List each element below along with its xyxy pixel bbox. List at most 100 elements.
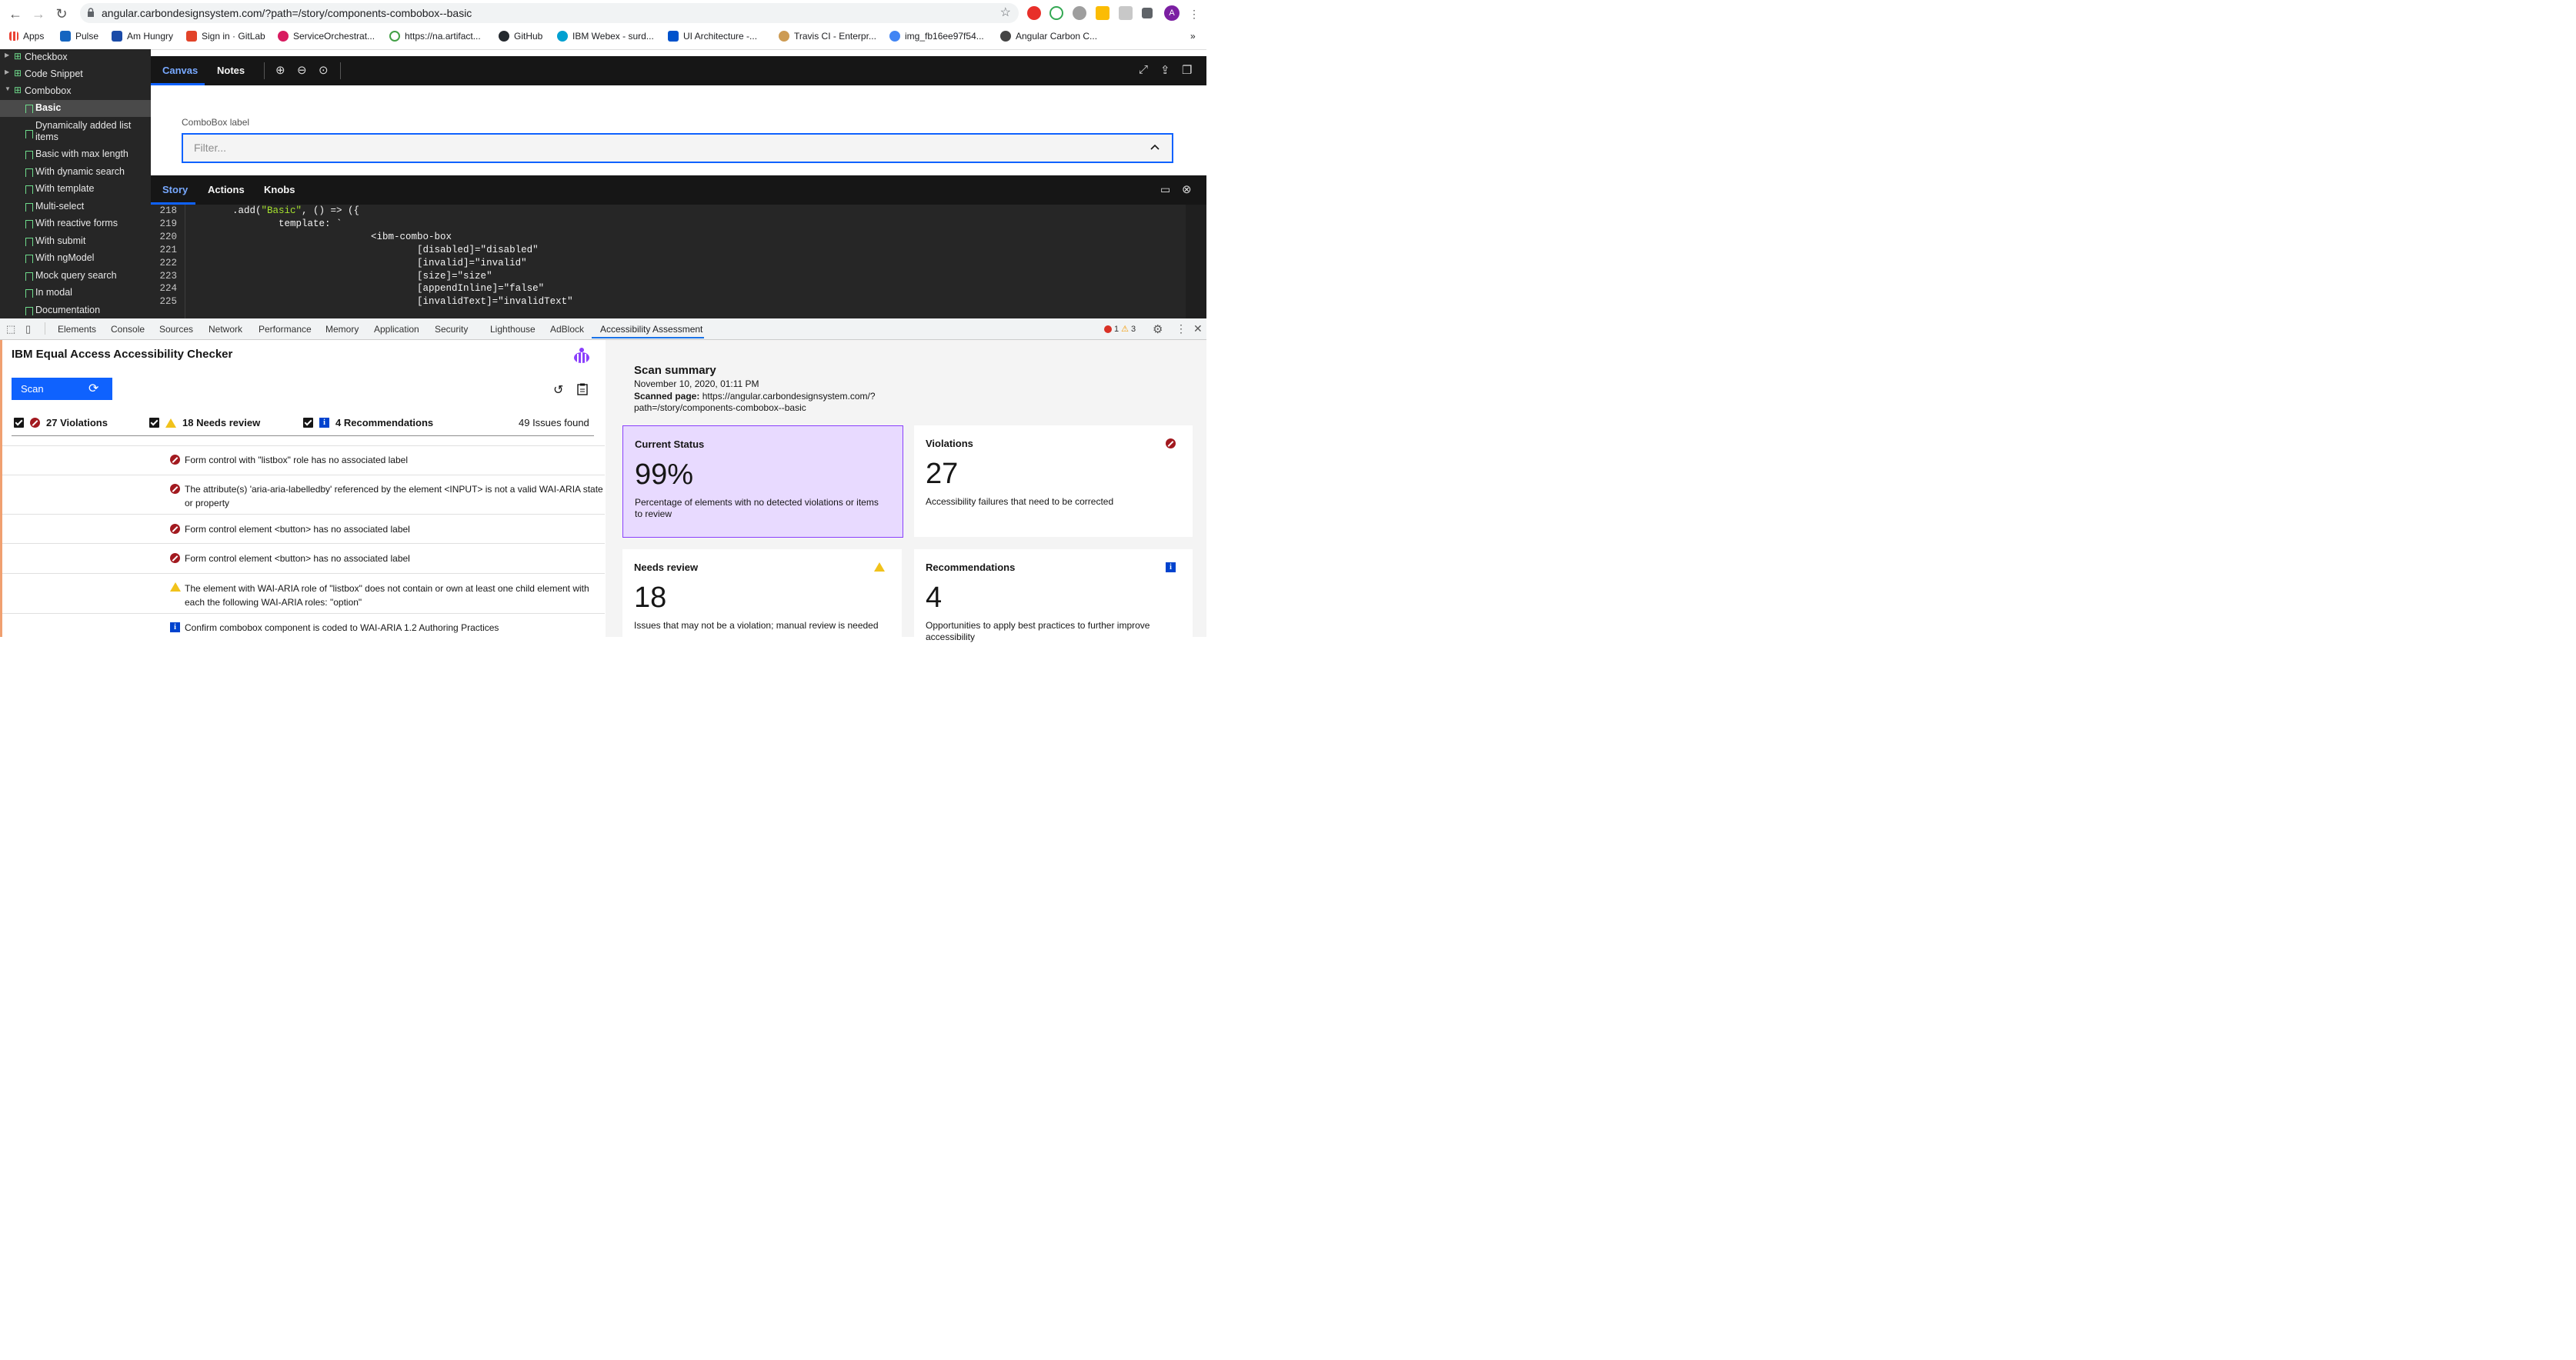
- sidebar-group-combobox[interactable]: ▼ ⊞ Combobox: [0, 85, 151, 98]
- bookmark-am-hungry[interactable]: Am Hungry: [112, 31, 173, 42]
- sidebar-item-dynamic-search[interactable]: With dynamic search: [0, 165, 151, 179]
- circle-extension-icon[interactable]: [1073, 6, 1086, 20]
- violation-icon: [170, 524, 180, 534]
- star-icon[interactable]: ☆: [1000, 5, 1011, 20]
- filter-recommendations[interactable]: i 4 Recommendations: [303, 417, 433, 428]
- zoom-out-icon[interactable]: ⊖: [297, 63, 307, 77]
- tab-elements[interactable]: Elements: [58, 324, 96, 335]
- scan-button[interactable]: Scan ⟳: [12, 378, 112, 400]
- bookmark-webex[interactable]: IBM Webex - surd...: [557, 31, 654, 42]
- settings-gear-icon[interactable]: ⚙: [1153, 322, 1163, 336]
- violations-checkbox[interactable]: [14, 418, 24, 428]
- sidebar-group-code-snippet[interactable]: ▶ ⊞ Code Snippet: [0, 68, 151, 82]
- tab-actions[interactable]: Actions: [208, 184, 245, 195]
- scanned-page: Scanned page: https://angular.carbondesi…: [634, 391, 876, 413]
- tab-console[interactable]: Console: [111, 324, 145, 335]
- back-icon[interactable]: ←: [6, 5, 25, 23]
- bookmark-pulse[interactable]: Pulse: [60, 31, 98, 42]
- tab-notes[interactable]: Notes: [217, 65, 245, 76]
- bookmark-apps[interactable]: Apps: [9, 31, 44, 42]
- sidebar-item-ngmodel[interactable]: With ngModel: [0, 252, 151, 265]
- tab-application[interactable]: Application: [374, 324, 419, 335]
- chevron-up-icon[interactable]: [1150, 144, 1160, 150]
- bookmark-github[interactable]: GitHub: [499, 31, 542, 42]
- inspect-icon[interactable]: ⬚: [6, 323, 15, 335]
- filter-violations[interactable]: 27 Violations: [14, 417, 108, 428]
- combobox-input[interactable]: [192, 141, 1119, 155]
- tab-network[interactable]: Network: [209, 324, 242, 335]
- sidebar-item-dynamically-added[interactable]: Dynamically added list items: [0, 118, 151, 145]
- bookmark-gitlab[interactable]: Sign in · GitLab: [186, 31, 265, 42]
- issue-row[interactable]: Form control with "listbox" role has no …: [2, 445, 605, 475]
- opera-extension-icon[interactable]: [1027, 6, 1041, 20]
- tab-memory[interactable]: Memory: [325, 324, 359, 335]
- sidebar-item-modal[interactable]: In modal: [0, 286, 151, 300]
- report-clipboard-icon[interactable]: [577, 383, 588, 395]
- address-bar[interactable]: angular.carbondesignsystem.com/?path=/st…: [80, 3, 1019, 23]
- filter-needs-review[interactable]: 18 Needs review: [149, 417, 260, 428]
- combo-label: ComboBox label: [182, 117, 250, 128]
- close-devtools-icon[interactable]: ✕: [1193, 322, 1203, 335]
- bookmarks-overflow[interactable]: »: [1190, 31, 1196, 42]
- reload-icon[interactable]: ↻: [52, 5, 71, 23]
- tab-adblock[interactable]: AdBlock: [550, 324, 584, 335]
- bookmark-img[interactable]: img_fb16ee97f54...: [889, 31, 984, 42]
- bookmark-travis[interactable]: Travis CI - Enterpr...: [779, 31, 876, 42]
- bookmark-serviceorchestrat[interactable]: ServiceOrchestrat...: [278, 31, 375, 42]
- combobox-field[interactable]: [182, 133, 1173, 163]
- tab-lighthouse[interactable]: Lighthouse: [490, 324, 536, 335]
- zoom-reset-icon[interactable]: ⊙: [319, 63, 329, 77]
- issue-row[interactable]: Form control element <button> has no ass…: [2, 543, 605, 574]
- zoom-in-icon[interactable]: ⊕: [275, 63, 285, 77]
- fullscreen-icon[interactable]: ⤢: [1139, 63, 1148, 76]
- badge-extension-icon[interactable]: [1096, 6, 1109, 20]
- sidebar-item-template[interactable]: With template: [0, 182, 151, 196]
- panel-layout-icon[interactable]: ▭: [1160, 183, 1170, 196]
- needs-review-card: Needs review 18 Issues that may not be a…: [622, 549, 902, 637]
- tab-knobs[interactable]: Knobs: [264, 184, 295, 195]
- sidebar-item-mock-query[interactable]: Mock query search: [0, 269, 151, 283]
- tab-security[interactable]: Security: [435, 324, 468, 335]
- code-scrollbar[interactable]: [1186, 205, 1206, 318]
- copy-icon[interactable]: ❐: [1182, 63, 1192, 77]
- pulse-extension-icon[interactable]: [1049, 6, 1063, 20]
- sidebar-item-reactive-forms[interactable]: With reactive forms: [0, 217, 151, 231]
- puzzle-icon[interactable]: [1142, 8, 1153, 18]
- bookmark-icon: [25, 220, 33, 228]
- share-icon[interactable]: ⇪: [1160, 63, 1170, 77]
- sidebar-group-checkbox[interactable]: ▶ ⊞ Checkbox: [0, 51, 151, 65]
- bookmark-angular-carbon[interactable]: Angular Carbon C...: [1000, 31, 1097, 42]
- tab-performance[interactable]: Performance: [259, 324, 312, 335]
- tab-story[interactable]: Story: [162, 184, 188, 195]
- bookmarks-bar: Apps Pulse Am Hungry Sign in · GitLab Se…: [0, 28, 1206, 50]
- tab-canvas[interactable]: Canvas: [162, 65, 198, 76]
- tab-sources[interactable]: Sources: [159, 324, 193, 335]
- sidebar-item-documentation[interactable]: Documentation: [0, 304, 151, 318]
- issue-row[interactable]: The element with WAI-ARIA role of "listb…: [2, 573, 605, 614]
- close-panel-icon[interactable]: ⊗: [1182, 182, 1192, 196]
- bookmark-ui-architecture[interactable]: UI Architecture -...: [668, 31, 757, 42]
- issue-row[interactable]: The attribute(s) 'aria-aria-labelledby' …: [2, 475, 605, 515]
- recommendations-checkbox[interactable]: [303, 418, 313, 428]
- divider: [264, 62, 265, 79]
- reset-icon[interactable]: ↺: [553, 382, 563, 398]
- code-token: [invalid]="invalid": [186, 257, 527, 268]
- error-counter[interactable]: 1 ⚠ 3: [1104, 324, 1136, 334]
- device-toggle-icon[interactable]: ▯: [25, 323, 31, 335]
- tab-accessibility-assessment[interactable]: Accessibility Assessment: [600, 324, 702, 335]
- avatar[interactable]: A: [1164, 5, 1180, 21]
- sidebar-item-multi-select[interactable]: Multi-select: [0, 200, 151, 214]
- sidebar-item-basic[interactable]: Basic: [0, 100, 151, 117]
- bookmark-artifact[interactable]: https://na.artifact...: [389, 31, 481, 42]
- code-token: template: `: [186, 218, 342, 229]
- needs-review-checkbox[interactable]: [149, 418, 159, 428]
- forward-icon[interactable]: →: [29, 5, 48, 23]
- photo-extension-icon[interactable]: [1119, 6, 1133, 20]
- chevron-right-icon: ▶: [5, 52, 10, 58]
- sidebar-item-submit[interactable]: With submit: [0, 235, 151, 248]
- sidebar-item-basic-max-length[interactable]: Basic with max length: [0, 148, 151, 162]
- issue-row[interactable]: i Confirm combobox component is coded to…: [2, 613, 605, 638]
- kebab-menu-icon[interactable]: ⋮: [1176, 322, 1186, 335]
- issue-row[interactable]: Form control element <button> has no ass…: [2, 514, 605, 544]
- kebab-menu-icon[interactable]: ⋮: [1185, 5, 1203, 23]
